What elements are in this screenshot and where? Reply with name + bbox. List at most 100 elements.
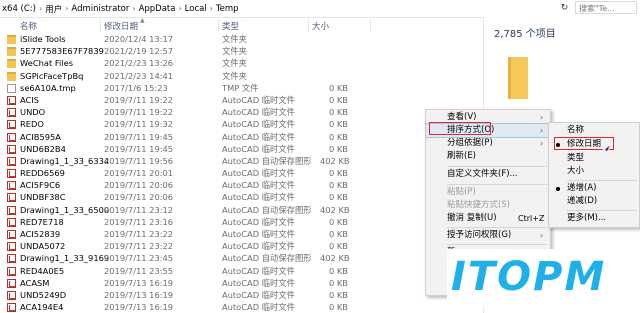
highlight-box: [429, 122, 491, 135]
file-row[interactable]: ACI5F9C6 2019/7/11 20:06 AutoCAD 临时文件 0 KB: [0, 179, 480, 191]
crumb-administrator[interactable]: Administrator: [71, 4, 129, 14]
file-date: 2019/7/11 19:45: [104, 131, 174, 142]
file-date: 2021/2/23 14:41: [104, 70, 174, 81]
sort-by-type[interactable]: 类型: [549, 152, 639, 165]
file-size: 0 KB: [328, 277, 348, 288]
menu-item-paste[interactable]: 粘贴(P): [426, 186, 550, 199]
menu-item-paste-shortcut[interactable]: 粘贴快捷方式(S): [426, 199, 550, 212]
file-type: AutoCAD 临时文件: [222, 192, 295, 203]
file-type: AutoCAD 临时文件: [222, 216, 295, 227]
chevron-right-icon: ›: [209, 4, 213, 13]
file-row[interactable]: UNDA5072 2019/7/11 23:22 AutoCAD 临时文件 0 KB: [0, 240, 480, 252]
file-icon: [7, 193, 16, 203]
file-size: 0 KB: [328, 143, 348, 154]
watermark: ITOPM: [447, 249, 633, 306]
file-icon: [7, 181, 16, 191]
file-icon: [7, 303, 16, 313]
file-row[interactable]: RED7E718 2019/7/11 23:16 AutoCAD 临时文件 0 KB: [0, 216, 480, 228]
file-row[interactable]: RED4A0E5 2019/7/11 23:55 AutoCAD 临时文件 0 KB: [0, 265, 480, 277]
menu-item-give-access[interactable]: 授予访问权限(G) ›: [426, 229, 550, 242]
file-row[interactable]: ACIS 2019/7/11 19:22 AutoCAD 临时文件 0 KB: [0, 94, 480, 106]
file-name: RED7E718: [20, 216, 64, 227]
file-type: AutoCAD 自动保存图形: [222, 155, 312, 166]
address-bar[interactable]: x64 (C:) › 用户 › Administrator › AppData › Lo…: [0, 0, 640, 18]
folder-icon: [7, 71, 16, 81]
folder-icon: [7, 35, 16, 44]
file-row[interactable]: ACASM 2019/7/13 16:19 AutoCAD 临时文件 0 KB: [0, 277, 480, 289]
sort-by-name[interactable]: 名称: [549, 124, 639, 137]
sort-by-size[interactable]: 大小: [549, 165, 639, 178]
menu-separator: [567, 210, 637, 211]
refresh-icon[interactable]: ↻: [559, 3, 570, 14]
crumb-drive[interactable]: x64 (C:): [2, 4, 36, 14]
file-type: AutoCAD 临时文件: [222, 94, 295, 105]
search-input[interactable]: 搜索"Te...: [575, 1, 637, 14]
crumb-local[interactable]: Local: [185, 4, 207, 14]
column-name[interactable]: 名称: [20, 20, 37, 32]
file-row[interactable]: ACIB595A 2019/7/11 19:45 AutoCAD 临时文件 0 KB: [0, 131, 480, 143]
cursor-icon: [598, 143, 612, 155]
sort-more[interactable]: 更多(M)...: [549, 212, 639, 225]
file-row[interactable]: UNDO 2019/7/11 19:22 AutoCAD 临时文件 0 KB: [0, 106, 480, 118]
file-type: AutoCAD 临时文件: [222, 131, 295, 142]
menu-item-refresh[interactable]: 刷新(E): [426, 150, 550, 163]
file-type: AutoCAD 临时文件: [222, 119, 295, 130]
file-date: 2019/7/11 23:12: [104, 204, 174, 215]
file-row[interactable]: Drawing1_1_33_6500 2019/7/11 23:12 AutoCAD…: [0, 204, 480, 216]
file-date: 2019/7/11 23:16: [104, 216, 174, 227]
file-size: 0 KB: [328, 168, 348, 179]
file-date: 2019/7/11 23:55: [104, 265, 174, 276]
file-type: TMP 文件: [222, 82, 259, 93]
file-type: AutoCAD 临时文件: [222, 180, 295, 191]
file-date: 2019/7/11 20:06: [104, 180, 174, 191]
file-date: 2019/7/11 20:06: [104, 192, 174, 203]
file-name: WeChat Files: [20, 58, 74, 69]
crumb-temp[interactable]: Temp: [216, 4, 239, 14]
menu-item-customize-folder[interactable]: 自定义文件夹(F)...: [426, 168, 550, 181]
file-size: 0 KB: [328, 289, 348, 300]
chevron-right-icon: ›: [540, 231, 544, 240]
file-size: 0 KB: [328, 216, 348, 227]
crumb-appdata[interactable]: AppData: [139, 4, 176, 14]
file-row[interactable]: UNDBF38C 2019/7/11 20:06 AutoCAD 临时文件 0 KB: [0, 191, 480, 203]
column-date[interactable]: 修改日期: [104, 20, 138, 32]
menu-separator: [447, 184, 547, 185]
file-row[interactable]: ACA194E4 2019/7/13 16:19 AutoCAD 临时文件 0 KB: [0, 301, 480, 313]
file-size: 0 KB: [328, 119, 348, 130]
file-row[interactable]: WeChat Files 2021/2/23 13:26 文件夹: [0, 57, 480, 69]
file-icon: [7, 169, 16, 179]
menu-separator: [567, 180, 637, 181]
column-type[interactable]: 类型: [222, 20, 239, 32]
sort-ascending[interactable]: 递增(A): [549, 182, 639, 195]
file-list: iSlide Tools 2020/12/4 13:17 文件夹 5E777583E6…: [0, 33, 480, 313]
file-row[interactable]: se6A10A.tmp 2017/1/6 15:23 TMP 文件 0 KB: [0, 82, 480, 94]
file-row[interactable]: iSlide Tools 2020/12/4 13:17 文件夹: [0, 33, 480, 45]
file-row[interactable]: UND5249D 2019/7/13 16:19 AutoCAD 临时文件 0 KB: [0, 289, 480, 301]
breadcrumb: x64 (C:) › 用户 › Administrator › AppData › Lo…: [2, 2, 239, 15]
file-name: REDO: [20, 119, 44, 130]
file-icon: [7, 120, 16, 130]
column-size[interactable]: 大小: [312, 20, 329, 32]
chevron-right-icon: ›: [540, 139, 544, 148]
file-row[interactable]: REDD6569 2019/7/11 20:01 AutoCAD 临时文件 0 KB: [0, 167, 480, 179]
file-type: 文件夹: [222, 58, 247, 69]
file-row[interactable]: 5E777583E67F7839 2021/2/19 12:57 文件夹: [0, 45, 480, 57]
file-row[interactable]: SGPicFaceTpBq 2021/2/23 14:41 文件夹: [0, 70, 480, 82]
file-icon: [7, 83, 16, 93]
file-type: 文件夹: [222, 46, 247, 57]
file-size: 0 KB: [328, 82, 348, 93]
file-row[interactable]: Drawing1_1_33_9169 2019/7/11 23:45 AutoCAD…: [0, 252, 480, 264]
file-name: UNDO: [20, 107, 46, 118]
sort-descending[interactable]: 递减(D): [549, 195, 639, 208]
file-row[interactable]: ACI52839 2019/7/11 23:22 AutoCAD 临时文件 0 KB: [0, 228, 480, 240]
file-row[interactable]: REDO 2019/7/11 19:32 AutoCAD 临时文件 0 KB: [0, 118, 480, 130]
file-row[interactable]: Drawing1_1_33_6334 2019/7/11 19:56 AutoCAD…: [0, 155, 480, 167]
file-name: UNDBF38C: [20, 192, 66, 203]
crumb-users[interactable]: 用户: [45, 3, 62, 15]
menu-item-undo-copy[interactable]: 撤消 复制(U) Ctrl+Z: [426, 212, 550, 225]
folder-icon: [7, 59, 16, 69]
sort-up-icon: ▲: [140, 17, 145, 24]
file-row[interactable]: UND6B2B4 2019/7/11 19:45 AutoCAD 临时文件 0 KB: [0, 143, 480, 155]
menu-item-group-by[interactable]: 分组依据(P) ›: [426, 137, 550, 150]
file-name: iSlide Tools: [20, 34, 66, 44]
